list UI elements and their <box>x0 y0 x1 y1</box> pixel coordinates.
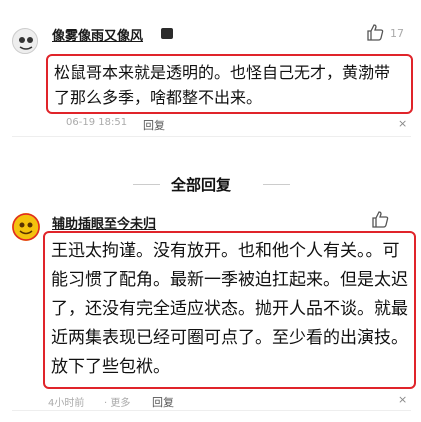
divider <box>12 410 411 411</box>
close-icon[interactable]: × <box>398 117 407 130</box>
divider <box>12 136 411 137</box>
reply-button[interactable]: 回复 <box>143 117 165 133</box>
like-button[interactable] <box>371 211 389 232</box>
thumbs-up-icon <box>372 211 389 228</box>
reply-button[interactable]: 回复 <box>152 394 174 410</box>
divider <box>263 184 290 185</box>
thumbs-up-icon <box>367 24 384 41</box>
more-button[interactable]: · 更多 <box>104 394 130 409</box>
user-avatar[interactable] <box>12 213 40 241</box>
divider <box>133 184 160 185</box>
like-count: 17 <box>390 27 404 40</box>
user-level-badge <box>161 28 173 39</box>
like-button[interactable] <box>366 24 384 45</box>
comment-timestamp: 4小时前 <box>48 398 85 409</box>
comment-text: 松鼠哥本来就是透明的。也怪自己无才，黄渤带了那么多季，啥都整不出来。 <box>46 54 413 114</box>
username[interactable]: 像雾像雨又像风 <box>52 25 143 44</box>
user-avatar[interactable] <box>12 28 38 54</box>
username[interactable]: 辅助插眼至今未归 <box>52 213 156 232</box>
close-icon[interactable]: × <box>398 393 407 406</box>
comment-text: 王迅太拘谨。没有放开。也和他个人有关。。可能习惯了配角。最新一季被迫扛起来。但是… <box>43 231 416 389</box>
comment-timestamp: 06-19 18:51 <box>66 117 128 128</box>
section-title: 全部回复 <box>171 176 232 194</box>
